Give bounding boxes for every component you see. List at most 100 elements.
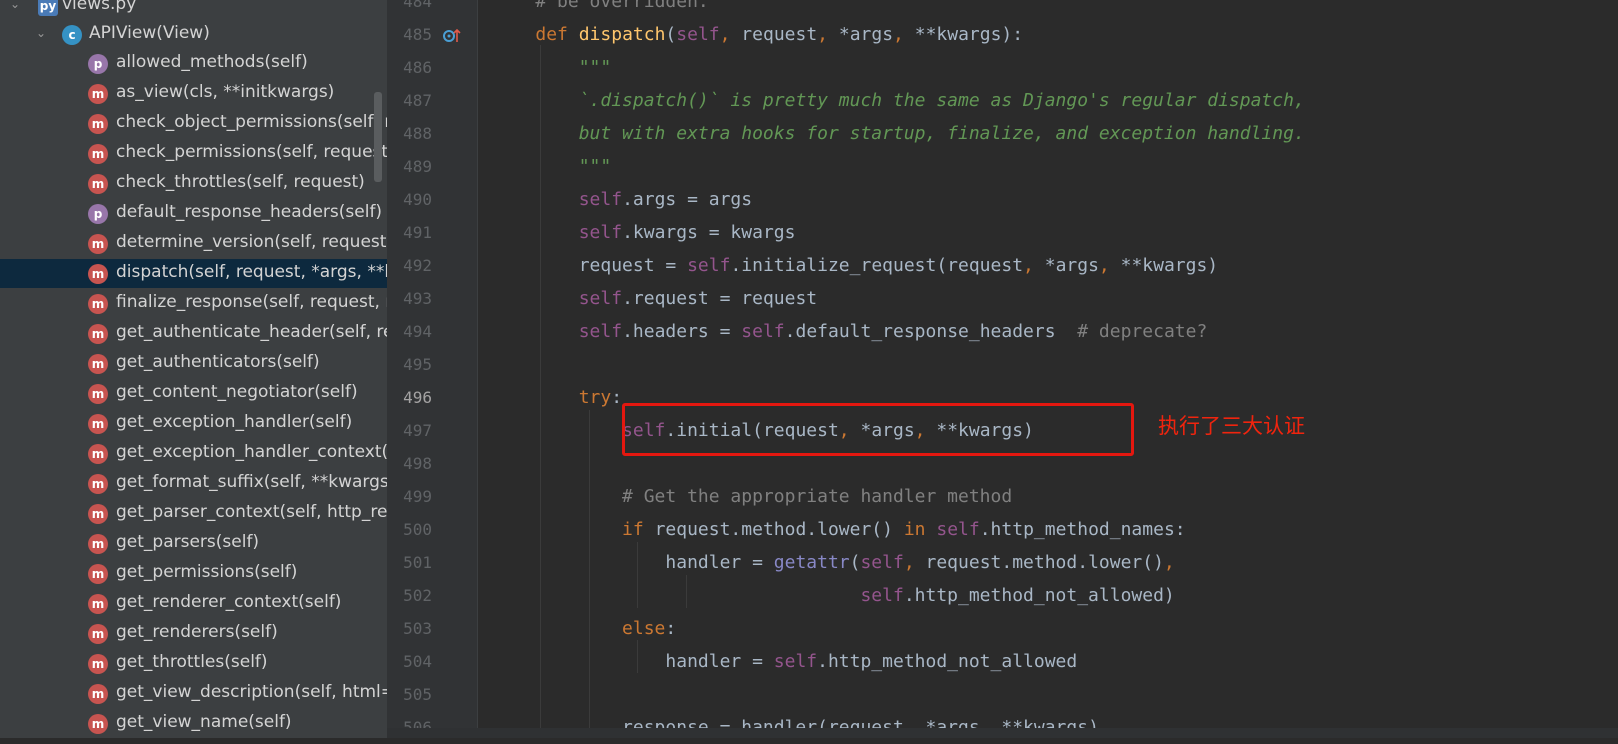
class-name: APIView(View) — [89, 23, 210, 43]
code-line[interactable]: self.args = args — [492, 183, 752, 216]
method-icon: m — [88, 324, 108, 344]
sidebar-item-label: determine_version(self, request, — [116, 232, 387, 252]
sidebar-item-label: check_throttles(self, request) — [116, 172, 365, 192]
method-icon: m — [88, 414, 108, 434]
code-line[interactable]: try: — [492, 381, 622, 414]
sidebar-item[interactable]: m get_view_name(self) — [0, 709, 387, 738]
line-number: 484 — [403, 0, 432, 11]
sidebar-item-label: get_authenticate_header(self, re — [116, 322, 387, 342]
method-icon: m — [88, 474, 108, 494]
class-node[interactable]: ⌄ c APIView(View) — [0, 20, 387, 49]
code-line[interactable]: if request.method.lower() in self.http_m… — [492, 513, 1186, 546]
sidebar-item-label: get_parsers(self) — [116, 532, 260, 552]
code-line[interactable]: def dispatch(self, request, *args, **kwa… — [492, 18, 1023, 51]
sidebar-item-label: as_view(cls, **initkwargs) — [116, 82, 335, 102]
code-line[interactable]: """ — [492, 51, 612, 84]
code-line[interactable]: self.http_method_not_allowed) — [492, 579, 1174, 612]
sidebar-item[interactable]: m determine_version(self, request, — [0, 229, 387, 258]
line-number: 503 — [403, 619, 432, 638]
sidebar-item[interactable]: m dispatch(self, request, *args, **k — [0, 259, 387, 288]
sidebar-item-label: get_authenticators(self) — [116, 352, 320, 372]
sidebar-item-label: get_permissions(self) — [116, 562, 298, 582]
sidebar-item[interactable]: m get_authenticate_header(self, re — [0, 319, 387, 348]
annotation-text: 执行了三大认证 — [1158, 414, 1305, 438]
horizontal-scrollbar[interactable] — [387, 728, 1618, 738]
sidebar-item-label: get_exception_handler(self) — [116, 412, 353, 432]
code-line[interactable]: """ — [492, 150, 612, 183]
sidebar-item[interactable]: m get_renderer_context(self) — [0, 589, 387, 618]
sidebar-item[interactable]: m check_permissions(self, request) — [0, 139, 387, 168]
line-number: 501 — [403, 553, 432, 572]
method-icon: m — [88, 714, 108, 734]
code-line[interactable]: # be overridden. — [492, 0, 708, 18]
code-line[interactable]: self.request = request — [492, 282, 817, 315]
sidebar-item-label: finalize_response(self, request, r — [116, 292, 387, 312]
method-icon: m — [88, 144, 108, 164]
method-icon: m — [88, 624, 108, 644]
code-editor[interactable]: # be overridden. def dispatch(self, requ… — [478, 0, 1618, 738]
structure-panel: ⌄ py views.py ⌄ c APIView(View) p allowed… — [0, 0, 387, 738]
line-number: 487 — [403, 91, 432, 110]
sidebar-item[interactable]: m check_object_permissions(self, r — [0, 109, 387, 138]
code-line[interactable]: self.kwargs = kwargs — [492, 216, 796, 249]
sidebar-item[interactable]: m get_content_negotiator(self) — [0, 379, 387, 408]
method-icon: m — [88, 354, 108, 374]
method-icon: m — [88, 174, 108, 194]
line-number: 499 — [403, 487, 432, 506]
code-line[interactable]: request = self.initialize_request(reques… — [492, 249, 1218, 282]
sidebar-scrollbar[interactable] — [374, 92, 382, 182]
highlight-box — [622, 403, 1134, 456]
sidebar-item[interactable]: m get_parser_context(self, http_re — [0, 499, 387, 528]
chevron-down-icon[interactable]: ⌄ — [8, 0, 22, 11]
sidebar-item[interactable]: m as_view(cls, **initkwargs) — [0, 79, 387, 108]
code-line[interactable]: # Get the appropriate handler method — [492, 480, 1012, 513]
sidebar-item-label: get_parser_context(self, http_re — [116, 502, 387, 522]
chevron-down-icon[interactable]: ⌄ — [34, 26, 48, 40]
sidebar-item[interactable]: m check_throttles(self, request) — [0, 169, 387, 198]
sidebar-item-label: get_exception_handler_context( — [116, 442, 387, 462]
sidebar-item[interactable]: m get_renderers(self) — [0, 619, 387, 648]
line-number: 485 — [403, 25, 432, 44]
code-line[interactable]: but with extra hooks for startup, finali… — [492, 117, 1305, 150]
method-icon: m — [88, 234, 108, 254]
sidebar-item[interactable]: m get_authenticators(self) — [0, 349, 387, 378]
method-icon: m — [88, 564, 108, 584]
method-icon: m — [88, 294, 108, 314]
sidebar-item[interactable]: m get_view_description(self, html= — [0, 679, 387, 708]
sidebar-item[interactable]: p default_response_headers(self) — [0, 199, 387, 228]
method-icon: m — [88, 264, 108, 284]
sidebar-item[interactable]: p allowed_methods(self) — [0, 49, 387, 78]
file-node[interactable]: ⌄ py views.py — [0, 0, 387, 20]
sidebar-item-label: check_object_permissions(self, r — [116, 112, 387, 132]
code-line[interactable]: handler = self.http_method_not_allowed — [492, 645, 1077, 678]
python-file-icon: py — [38, 0, 58, 16]
sidebar-item[interactable]: m get_exception_handler(self) — [0, 409, 387, 438]
sidebar-item[interactable]: m get_exception_handler_context( — [0, 439, 387, 468]
line-number: 491 — [403, 223, 432, 242]
code-line[interactable]: else: — [492, 612, 676, 645]
line-number: 489 — [403, 157, 432, 176]
method-icon: m — [88, 444, 108, 464]
sidebar-item-label: get_renderer_context(self) — [116, 592, 342, 612]
sidebar-item[interactable]: m get_permissions(self) — [0, 559, 387, 588]
line-number: 497 — [403, 421, 432, 440]
line-number: 493 — [403, 289, 432, 308]
method-icon: m — [88, 684, 108, 704]
code-line[interactable]: self.headers = self.default_response_hea… — [492, 315, 1208, 348]
sidebar-item-label: default_response_headers(self) — [116, 202, 383, 222]
sidebar-item[interactable]: m finalize_response(self, request, r — [0, 289, 387, 318]
class-icon: c — [62, 25, 82, 45]
sidebar-item-label: allowed_methods(self) — [116, 52, 308, 72]
code-line[interactable]: `.dispatch()` is pretty much the same as… — [492, 84, 1305, 117]
code-line[interactable]: handler = getattr(self, request.method.l… — [492, 546, 1174, 579]
method-icon: m — [88, 504, 108, 524]
sidebar-item[interactable]: m get_parsers(self) — [0, 529, 387, 558]
method-icon: m — [88, 114, 108, 134]
sidebar-item[interactable]: m get_format_suffix(self, **kwargs) — [0, 469, 387, 498]
method-icon: m — [88, 594, 108, 614]
method-icon: m — [88, 384, 108, 404]
sidebar-item[interactable]: m get_throttles(self) — [0, 649, 387, 678]
override-method-icon[interactable] — [443, 27, 461, 45]
line-number: 490 — [403, 190, 432, 209]
line-number: 500 — [403, 520, 432, 539]
